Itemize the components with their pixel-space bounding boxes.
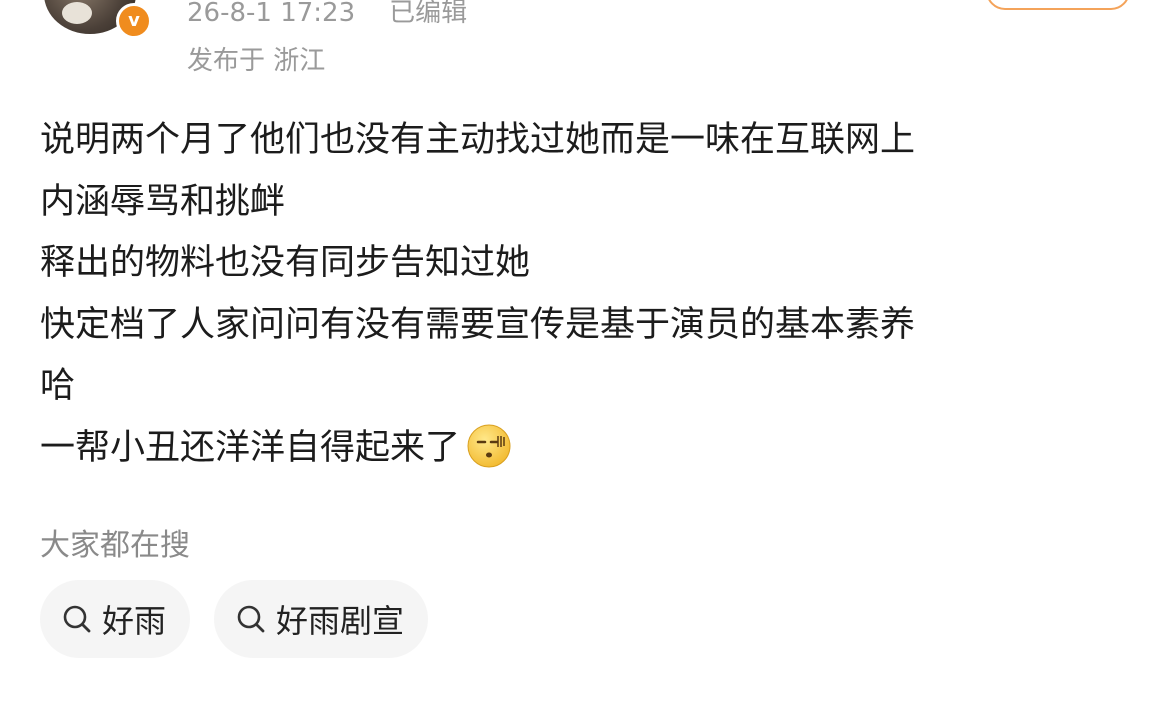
search-icon <box>63 605 91 633</box>
post-line-last: 一帮小丑还洋洋自得起来了 <box>40 418 1130 480</box>
post-line: 说明两个月了他们也没有主动找过她而是一味在互联网上 <box>40 120 916 160</box>
post-line: 哈 <box>40 366 76 406</box>
post-line: 释出的物料也没有同步告知过她 <box>40 243 531 283</box>
search-chip[interactable]: 好雨 <box>40 580 191 658</box>
verified-badge-icon: v <box>116 3 152 39</box>
edited-label: 已编辑 <box>389 0 468 28</box>
search-chip-label: 好雨剧宣 <box>276 602 405 640</box>
post-meta: 26-8-1 17:23 已编辑 <box>187 0 467 29</box>
post-time: 26-8-1 17:23 <box>187 0 356 28</box>
post-line: 内涵辱骂和挑衅 <box>40 181 286 222</box>
follow-button[interactable] <box>986 0 1130 10</box>
post-location: 发布于 浙江 <box>187 46 326 76</box>
search-icon <box>237 605 265 633</box>
search-chip[interactable]: 好雨剧宣 <box>214 580 429 658</box>
post-line-text: 一帮小丑还洋洋自得起来了 <box>40 427 461 468</box>
trending-search-chips: 好雨 好雨剧宣 <box>40 580 452 658</box>
speechless-emoji-icon <box>467 424 511 467</box>
search-chip-label: 好雨 <box>102 602 167 640</box>
trending-search-title: 大家都在搜 <box>40 528 190 563</box>
post-body: 说明两个月了他们也没有主动找过她而是一味在互联网上 内涵辱骂和挑衅 释出的物料也… <box>40 110 1130 479</box>
post-line: 快定档了人家问问有没有需要宣传是基于演员的基本素养 <box>40 304 916 345</box>
